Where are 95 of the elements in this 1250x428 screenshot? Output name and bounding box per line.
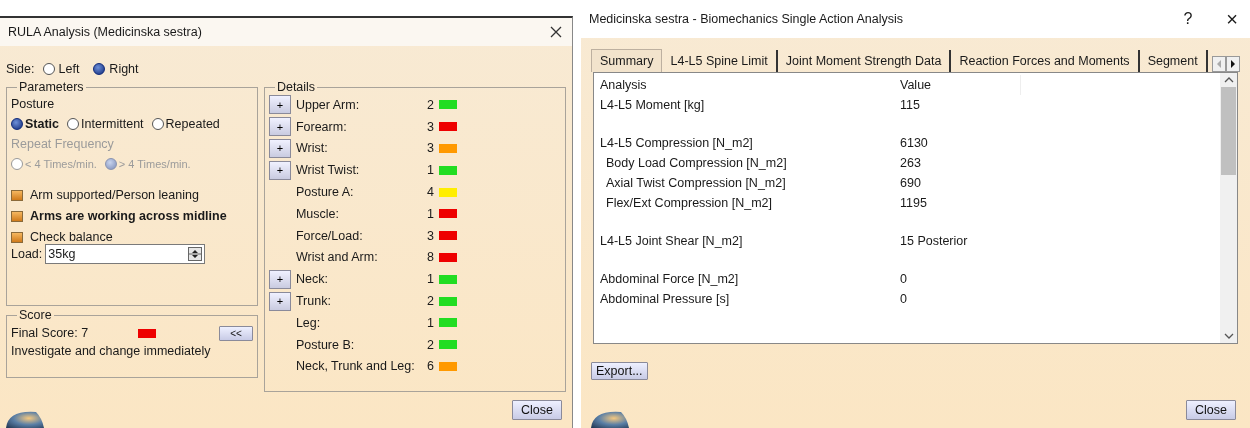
- expand-button[interactable]: +: [268, 269, 291, 289]
- table-cell-text: 0: [900, 292, 908, 306]
- detail-value: 1: [425, 163, 434, 178]
- checkbox-label: Arms are working across midline: [30, 209, 227, 223]
- detail-label: Muscle:: [295, 206, 340, 221]
- radio-button[interactable]: [11, 118, 23, 130]
- expand-button[interactable]: +: [268, 291, 291, 311]
- table-cell-text: Body Load Compression [N_m2]: [605, 156, 788, 170]
- radio-label: Static: [25, 117, 60, 131]
- detail-label: Posture A:: [295, 185, 355, 200]
- scroll-right-icon[interactable]: [1226, 56, 1240, 72]
- group-title: Details: [275, 80, 317, 94]
- table-cell-text: 115: [900, 98, 921, 112]
- detail-label: Leg:: [295, 315, 322, 330]
- scroll-down-icon[interactable]: [1223, 333, 1234, 339]
- table-cell-text: L4-L5 Joint Shear [N_m2]: [600, 234, 744, 248]
- final-score-label: Final Score: 7: [11, 326, 89, 340]
- spin-arrows-icon[interactable]: [188, 247, 203, 261]
- radio-label: < 4 Times/min.: [25, 158, 97, 170]
- detail-label: Wrist:: [295, 141, 329, 156]
- table-cell-text: Abdominal Pressure [s]: [600, 292, 731, 306]
- checkbox[interactable]: [11, 231, 23, 243]
- radio-button[interactable]: [42, 63, 55, 75]
- detail-value: 3: [425, 119, 434, 134]
- collapse-button[interactable]: <<: [219, 325, 253, 341]
- detail-value: 1: [425, 315, 434, 330]
- detail-value: 3: [425, 141, 434, 156]
- detail-label: Trunk:: [295, 294, 332, 309]
- radio-label: > 4 Times/min.: [118, 158, 191, 170]
- detail-value: 4: [425, 185, 434, 200]
- help-button[interactable]: ?: [1183, 10, 1193, 28]
- detail-value: 1: [425, 272, 434, 287]
- expand-button[interactable]: +: [268, 117, 291, 137]
- detail-label: Posture B:: [295, 337, 356, 352]
- radio-label: Left: [58, 62, 80, 76]
- radio-button[interactable]: [151, 118, 164, 130]
- detail-label: Wrist and Arm:: [295, 250, 379, 265]
- detail-label: Neck:: [295, 272, 329, 287]
- radio-label: Intermittent: [81, 117, 144, 131]
- detail-value: 6: [425, 359, 434, 374]
- radio-label: Repeated: [165, 117, 220, 131]
- detail-label: Wrist Twist:: [295, 163, 361, 178]
- table-cell-text: 690: [900, 176, 922, 190]
- group-title: Score: [18, 308, 53, 322]
- group-title: Parameters: [18, 80, 85, 94]
- load-spin-field[interactable]: 35kg: [45, 244, 206, 264]
- table-cell-text: L4-L5 Moment [kg]: [600, 98, 706, 112]
- table-cell-text: Flex/Ext Compression [N_m2]: [605, 196, 774, 210]
- close-icon[interactable]: [550, 26, 562, 38]
- checkbox-label: Arm supported/Person leaning: [30, 188, 199, 202]
- checkbox-label: Check balance: [30, 230, 113, 244]
- radio-label: Right: [109, 62, 139, 76]
- table-cell-text: 263: [900, 156, 922, 170]
- detail-value: 1: [425, 206, 434, 221]
- checkbox[interactable]: [11, 189, 23, 201]
- tab[interactable]: Summary: [591, 49, 663, 72]
- close-button[interactable]: Close: [1186, 400, 1236, 420]
- window-title: RULA Analysis (Medicinska sestra): [8, 25, 202, 39]
- side-label: Side:: [6, 62, 35, 76]
- posture-label: Posture: [11, 96, 56, 113]
- radio-button[interactable]: [67, 118, 80, 130]
- detail-label: Neck, Trunk and Leg:: [295, 359, 416, 374]
- close-button[interactable]: ×: [1226, 9, 1238, 29]
- table-cell-text: 15 Posterior: [900, 234, 969, 248]
- detail-value: 2: [425, 97, 434, 112]
- detail-value: 2: [425, 294, 434, 309]
- score-message: Investigate and change immediately: [11, 344, 212, 358]
- close-button[interactable]: Close: [512, 400, 562, 420]
- window-title: Medicinska sestra - Biomechanics Single Action Analysis: [589, 12, 904, 26]
- table-cell-text: Axial Twist Compression [N_m2]: [605, 176, 787, 190]
- expand-button[interactable]: +: [268, 95, 291, 115]
- radio-button[interactable]: [93, 63, 106, 75]
- column-header: Analysis: [600, 78, 648, 92]
- load-label: Load:: [11, 247, 43, 261]
- table-cell-text: 1195: [900, 196, 928, 210]
- vertical-scrollbar[interactable]: [1220, 73, 1237, 343]
- column-header: Value: [900, 78, 933, 92]
- checkbox[interactable]: [11, 210, 23, 222]
- detail-value: 8: [425, 250, 434, 265]
- expand-button[interactable]: +: [268, 160, 291, 180]
- detail-label: Forearm:: [295, 119, 348, 134]
- repeat-frequency-label: Repeat Frequency: [11, 136, 115, 153]
- detail-value: 3: [425, 228, 434, 243]
- table-cell-text: 0: [900, 272, 908, 286]
- detail-label: Upper Arm:: [295, 97, 361, 112]
- detail-label: Force/Load:: [295, 228, 364, 243]
- export-button[interactable]: Export...: [591, 362, 648, 380]
- radio-button[interactable]: [11, 158, 23, 170]
- radio-button[interactable]: [104, 158, 117, 170]
- scroll-up-icon[interactable]: [1223, 77, 1234, 83]
- detail-value: 2: [425, 337, 434, 352]
- table-cell-text: L4-L5 Compression [N_m2]: [600, 136, 754, 150]
- table-cell-text: Abdominal Force [N_m2]: [600, 272, 740, 286]
- table-cell-text: 6130: [900, 136, 929, 150]
- expand-button[interactable]: +: [268, 139, 291, 158]
